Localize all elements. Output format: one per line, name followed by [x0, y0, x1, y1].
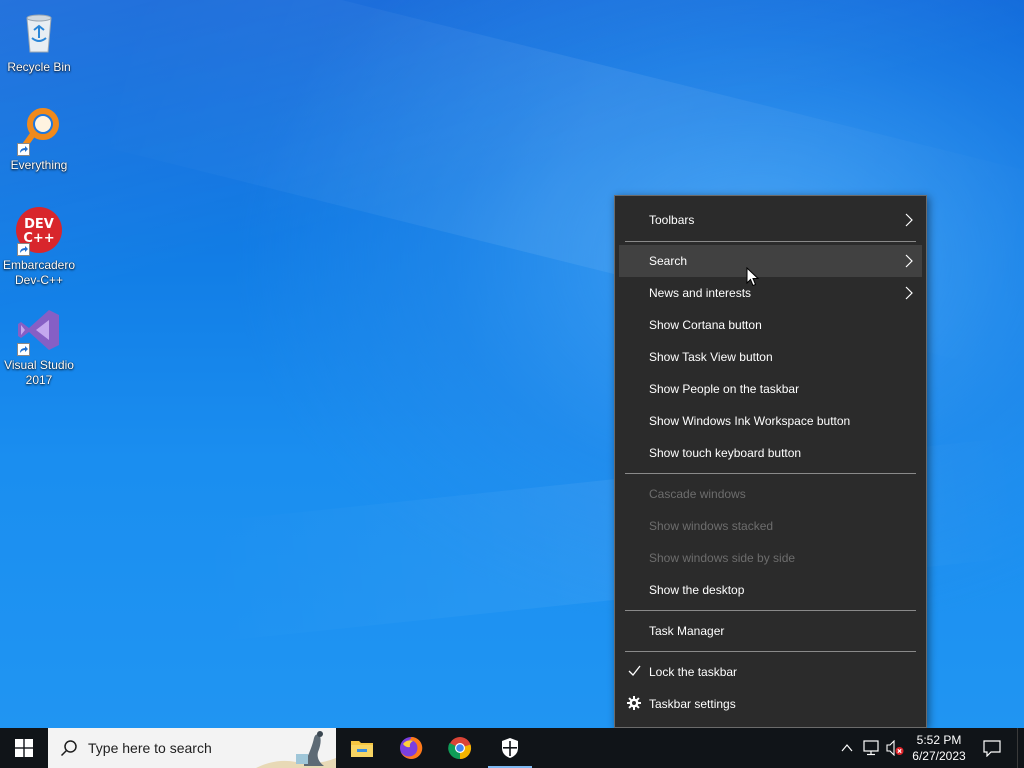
menu-item-show-cortana-button[interactable]: Show Cortana button	[619, 309, 922, 341]
taskbar: Type here to search 5:52 PM 6/27/2023	[0, 728, 1024, 768]
menu-item-label: Show windows stacked	[649, 519, 774, 533]
chrome-icon	[448, 737, 472, 760]
network-tray-button[interactable]	[861, 738, 881, 758]
menu-item-show-windows-stacked: Show windows stacked	[619, 510, 922, 542]
taskbar-windows-security[interactable]	[486, 728, 534, 768]
menu-item-task-manager[interactable]: Task Manager	[619, 615, 922, 647]
taskbar-firefox[interactable]	[387, 728, 435, 768]
menu-item-label: Show windows side by side	[649, 551, 796, 565]
action-center-button[interactable]	[980, 728, 1004, 768]
show-hidden-icons-button[interactable]	[837, 738, 857, 758]
menu-item-label: Search	[649, 254, 688, 268]
menu-item-taskbar-settings[interactable]: Taskbar settings	[619, 688, 922, 720]
menu-item-label: Taskbar settings	[649, 697, 736, 711]
clock-date: 6/27/2023	[912, 749, 966, 763]
firefox-icon	[400, 736, 423, 759]
search-icon	[60, 740, 77, 757]
chevron-right-icon	[905, 213, 913, 227]
menu-item-news-and-interests[interactable]: News and interests	[619, 277, 922, 309]
menu-item-label: Toolbars	[649, 213, 695, 227]
svg-text:DEV: DEV	[24, 217, 54, 232]
recycle-bin-icon	[15, 8, 63, 56]
menu-item-label: Cascade windows	[649, 487, 746, 501]
desktop-icon-label: Visual Studio 2017	[4, 358, 74, 387]
volume-tray-button[interactable]	[885, 738, 905, 758]
volume-muted-icon	[886, 740, 904, 756]
desktop-icon-visual-studio[interactable]: Visual Studio 2017	[0, 306, 78, 388]
desktop-icon-recycle-bin[interactable]: Recycle Bin	[0, 8, 78, 75]
notification-icon	[983, 740, 1001, 757]
show-desktop-button[interactable]	[1017, 728, 1024, 768]
chevron-right-icon	[905, 254, 913, 268]
windows-logo-icon	[15, 739, 33, 757]
menu-item-show-ink-workspace[interactable]: Show Windows Ink Workspace button	[619, 405, 922, 437]
mouse-cursor-icon	[746, 267, 760, 287]
windows-security-icon	[502, 738, 518, 758]
everything-search-icon	[15, 106, 63, 156]
gear-icon	[627, 695, 641, 713]
desktop-icon-label: Recycle Bin	[7, 60, 71, 74]
menu-separator	[625, 610, 916, 611]
menu-item-label: Show Cortana button	[649, 318, 762, 332]
desktop-icon-label: Embarcadero Dev-C++	[2, 258, 76, 287]
menu-item-label: Show the desktop	[649, 583, 745, 597]
menu-item-label: Show People on the taskbar	[649, 382, 800, 396]
visual-studio-icon	[15, 306, 63, 356]
taskbar-chrome[interactable]	[436, 728, 484, 768]
menu-separator	[625, 651, 916, 652]
shortcut-arrow-icon	[17, 243, 30, 256]
menu-item-show-windows-side-by-side: Show windows side by side	[619, 542, 922, 574]
search-placeholder: Type here to search	[88, 740, 212, 756]
shortcut-arrow-icon	[17, 143, 30, 156]
menu-item-toolbars[interactable]: Toolbars	[619, 204, 922, 236]
desktop-icon-dev-cpp[interactable]: DEV C++ Embarcadero Dev-C++	[0, 206, 78, 288]
desktop-icon-label: Everything	[10, 158, 68, 172]
shortcut-arrow-icon	[17, 343, 30, 356]
taskbar-clock[interactable]: 5:52 PM 6/27/2023	[906, 732, 972, 764]
menu-separator	[625, 241, 916, 242]
checkmark-icon	[627, 664, 641, 680]
menu-separator	[625, 473, 916, 474]
menu-item-label: Task Manager	[649, 624, 725, 638]
menu-item-show-touch-keyboard[interactable]: Show touch keyboard button	[619, 437, 922, 469]
menu-item-show-the-desktop[interactable]: Show the desktop	[619, 574, 922, 606]
menu-item-label: Show touch keyboard button	[649, 446, 802, 460]
menu-item-cascade-windows: Cascade windows	[619, 478, 922, 510]
dev-cpp-icon: DEV C++	[15, 206, 63, 256]
menu-item-label: News and interests	[649, 286, 752, 300]
menu-item-show-task-view-button[interactable]: Show Task View button	[619, 341, 922, 373]
clock-time: 5:52 PM	[916, 733, 962, 747]
start-button[interactable]	[0, 728, 48, 768]
desktop-icon-everything[interactable]: Everything	[0, 106, 78, 173]
taskbar-search-box[interactable]: Type here to search	[48, 728, 336, 768]
chevron-up-icon	[841, 744, 853, 752]
chevron-right-icon	[905, 286, 913, 300]
taskbar-file-explorer[interactable]	[338, 728, 386, 768]
menu-item-search[interactable]: Search	[619, 245, 922, 277]
menu-item-label: Lock the taskbar	[649, 665, 738, 679]
network-icon	[863, 740, 879, 756]
menu-item-label: Show Windows Ink Workspace button	[649, 414, 851, 428]
menu-item-label: Show Task View button	[649, 350, 773, 364]
search-highlight-illustration-icon	[256, 728, 336, 768]
taskbar-context-menu: Toolbars Search News and interests Show …	[614, 195, 927, 728]
file-explorer-icon	[351, 741, 373, 757]
menu-item-lock-the-taskbar[interactable]: Lock the taskbar	[619, 656, 922, 688]
menu-item-show-people[interactable]: Show People on the taskbar	[619, 373, 922, 405]
